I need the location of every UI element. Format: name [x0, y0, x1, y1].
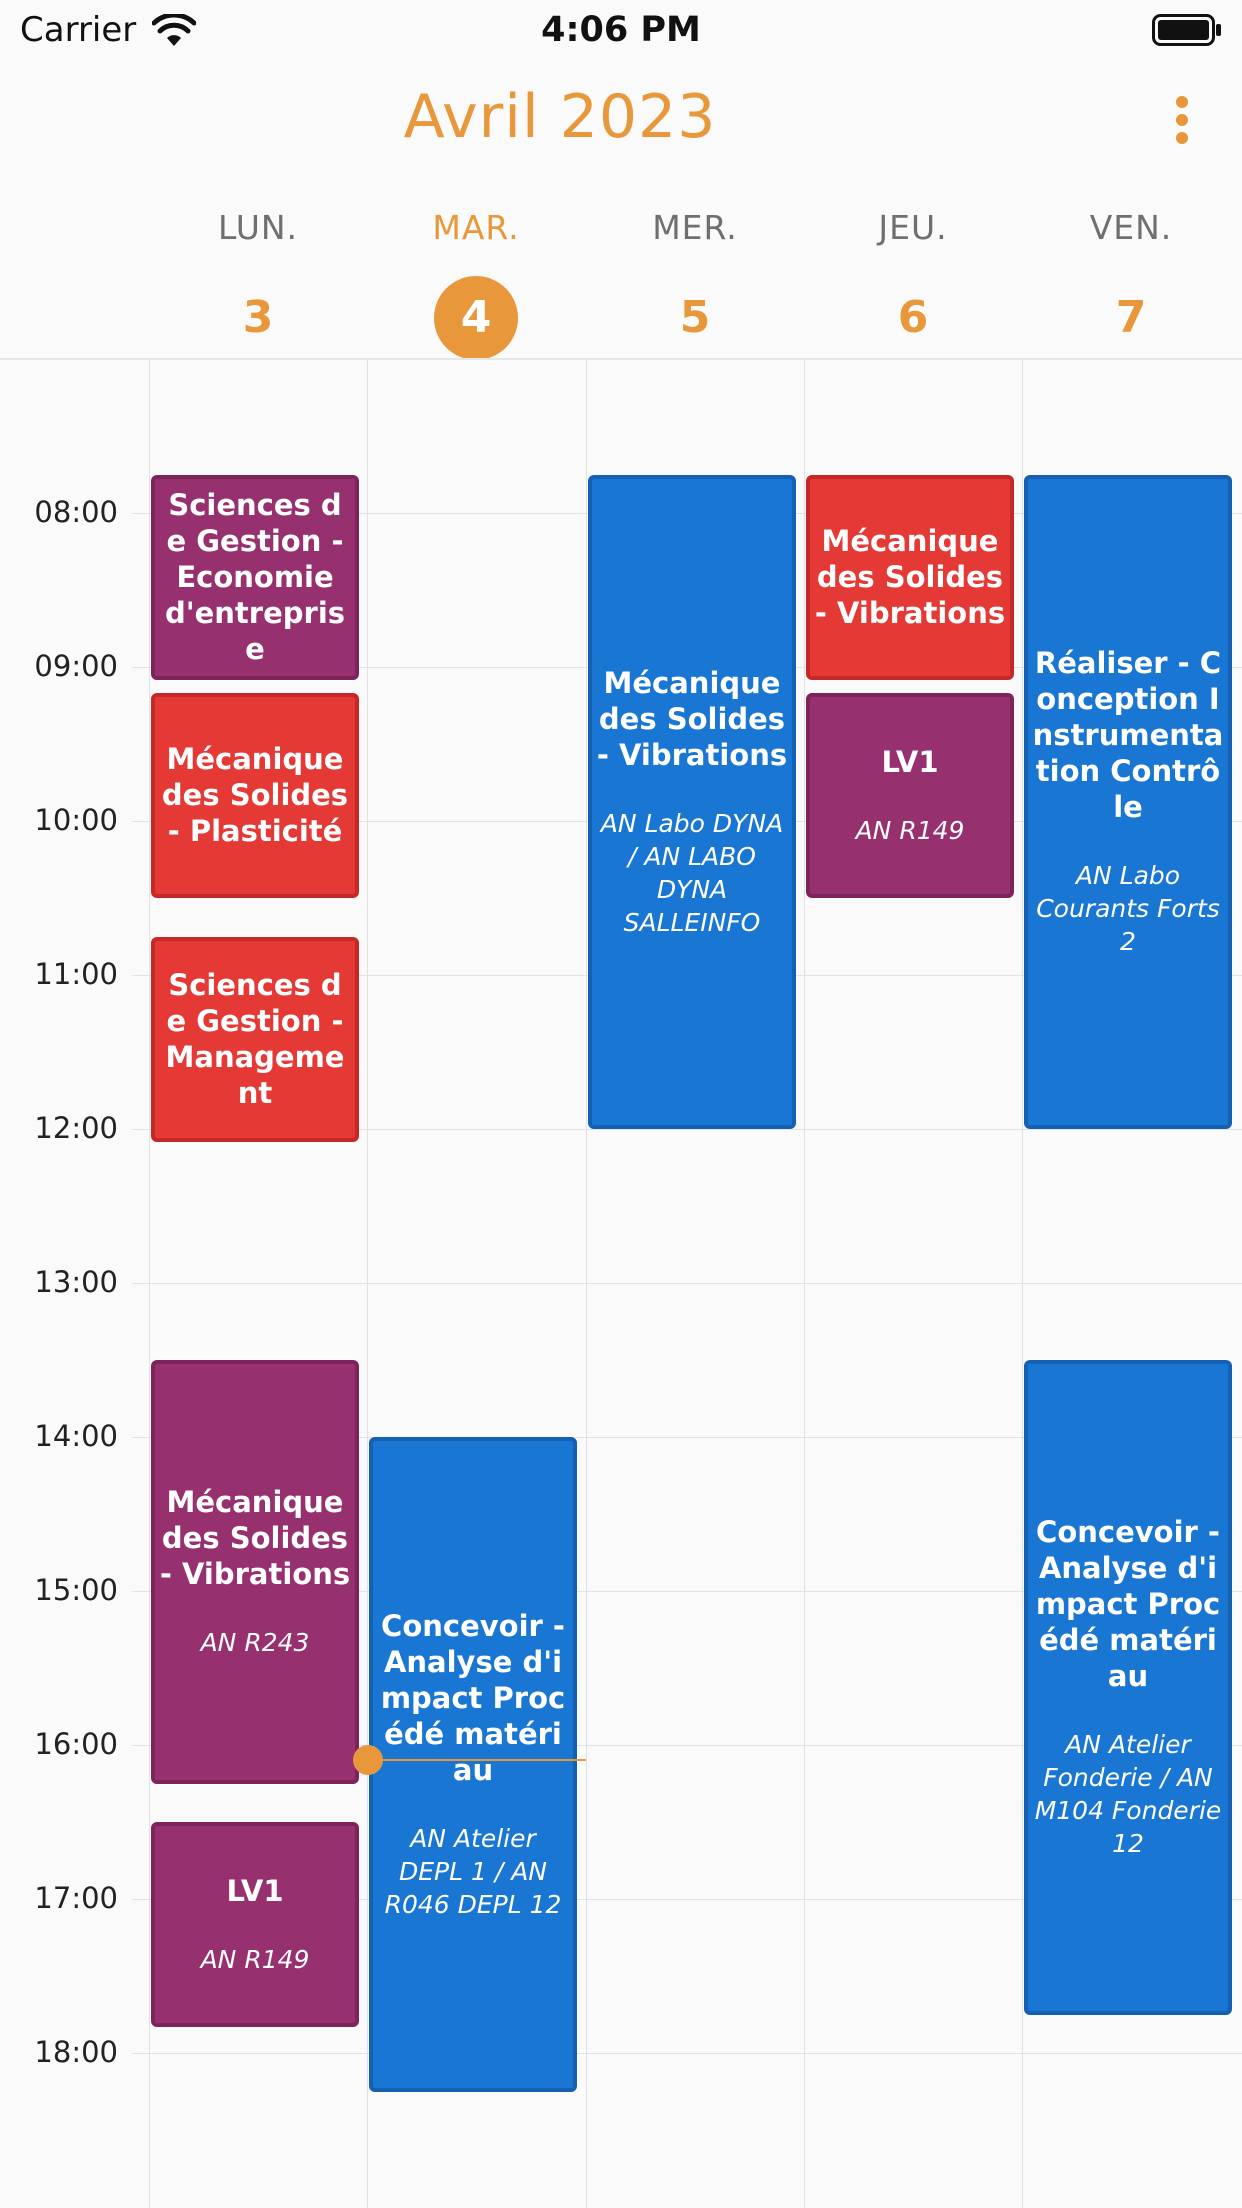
event-title: Mécanique des Solides - Vibrations: [814, 524, 1006, 631]
day-name: MAR.: [432, 208, 520, 247]
day-column-divider: [367, 360, 368, 2208]
event-title: LV1: [881, 744, 939, 779]
calendar-event[interactable]: Concevoir - Analyse d'impact Procédé mat…: [1024, 1360, 1232, 2015]
hour-label: 10:00: [34, 803, 118, 837]
calendar-event[interactable]: Mécanique des Solides - Plasticité: [151, 692, 359, 898]
day-column-divider: [586, 360, 587, 2208]
calendar-event[interactable]: Sciences de Gestion - Economie d'entrepr…: [151, 474, 359, 680]
day-name: MER.: [652, 208, 738, 247]
status-bar: Carrier 4:06 PM: [0, 0, 1242, 62]
day-name: LUN.: [217, 208, 299, 247]
event-title: LV1: [226, 1874, 284, 1909]
status-time: 4:06 PM: [541, 10, 701, 50]
hour-label: 17:00: [34, 1881, 118, 1915]
hour-label: 09:00: [34, 649, 118, 683]
hour-label: 13:00: [34, 1265, 118, 1299]
event-room: AN R149: [855, 815, 965, 845]
event-title: Sciences de Gestion - Management: [165, 968, 345, 1111]
day-number: 7: [1115, 292, 1147, 343]
calendar-event[interactable]: Sciences de Gestion - Management: [151, 936, 359, 1142]
day-header-thu[interactable]: JEU. 6: [804, 208, 1022, 360]
day-column-divider: [149, 360, 150, 2208]
calendar-event[interactable]: Concevoir - Analyse d'impact Procédé mat…: [369, 1437, 577, 2092]
event-title: Réaliser - Conception Instrumentation Co…: [1032, 646, 1224, 825]
day-column-divider: [1022, 360, 1023, 2208]
calendar-event[interactable]: Mécanique des Solides - Vibrations: [806, 474, 1014, 680]
event-title: Sciences de Gestion - Economie d'entrepr…: [164, 488, 346, 667]
day-number: 6: [897, 292, 929, 343]
hour-label: 08:00: [34, 495, 118, 529]
month-title[interactable]: Avril 2023: [0, 82, 1120, 152]
current-time-dot: [353, 1745, 383, 1775]
hour-gridline: [132, 2053, 1242, 2054]
header-divider: [0, 358, 1242, 360]
hour-label: 18:00: [34, 2035, 118, 2069]
day-header-fri[interactable]: VEN. 7: [1022, 208, 1240, 360]
hour-label: 16:00: [34, 1727, 118, 1761]
calendar-event[interactable]: Réaliser - Conception Instrumentation Co…: [1024, 474, 1232, 1129]
day-header-tue[interactable]: MAR. 4: [367, 208, 585, 360]
calendar-event[interactable]: LV1 AN R149: [806, 692, 1014, 898]
day-name: JEU.: [878, 208, 948, 247]
day-number: 3: [242, 292, 274, 343]
day-number-today: 4: [434, 276, 518, 360]
event-room: AN R243: [200, 1628, 310, 1658]
hour-label: 15:00: [34, 1573, 118, 1607]
event-title: Mécanique des Solides - Vibrations: [159, 1485, 351, 1592]
hour-gridline: [132, 1283, 1242, 1284]
event-room: AN Labo Courants Forts 2: [1036, 861, 1220, 957]
calendar-event[interactable]: Mécanique des Solides - Vibrations AN Lab…: [588, 474, 796, 1129]
day-name: VEN.: [1089, 208, 1173, 247]
day-column-divider: [804, 360, 805, 2208]
calendar-event[interactable]: LV1 AN R149: [151, 1822, 359, 2028]
day-header-mon[interactable]: LUN. 3: [149, 208, 367, 360]
day-header-wed[interactable]: MER. 5: [586, 208, 804, 360]
event-room: AN Atelier Fonderie / AN M104 Fonderie 1…: [1034, 1730, 1222, 1859]
hour-label: 14:00: [34, 1419, 118, 1453]
calendar-event[interactable]: Mécanique des Solides - Vibrations AN R24…: [151, 1360, 359, 1784]
event-title: Concevoir - Analyse d'impact Procédé mat…: [1035, 1515, 1221, 1694]
event-room: AN R149: [200, 1945, 310, 1975]
event-title: Mécanique des Solides - Vibrations: [596, 665, 788, 772]
more-options-icon[interactable]: [1162, 92, 1202, 148]
hour-label: 12:00: [34, 1111, 118, 1145]
event-room: AN Atelier DEPL 1 / AN R046 DEPL 12: [384, 1823, 562, 1919]
hour-label: 11:00: [34, 957, 118, 991]
event-title: Mécanique des Solides - Plasticité: [161, 742, 349, 849]
event-room: AN Labo DYNA / AN LABO DYNA SALLEINFO: [600, 808, 784, 937]
battery-icon: [1152, 14, 1221, 46]
day-number: 5: [679, 292, 711, 343]
current-time-line: [368, 1759, 586, 1761]
